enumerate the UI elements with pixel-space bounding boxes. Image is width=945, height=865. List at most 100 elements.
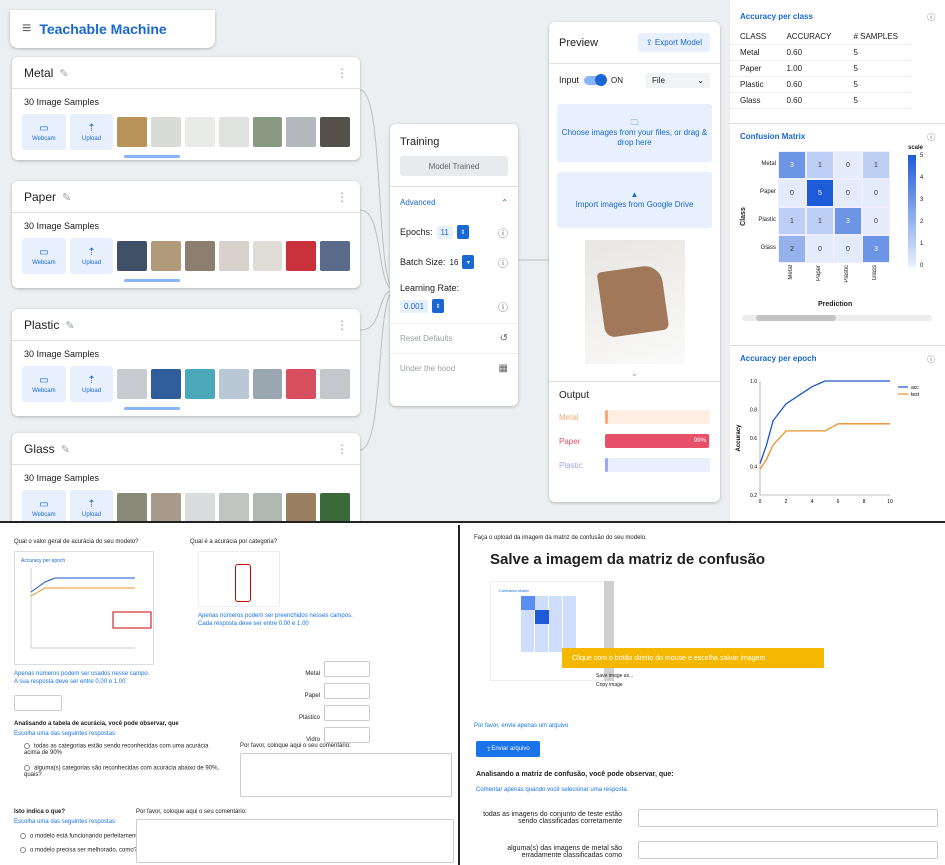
sample-thumbnail[interactable] <box>117 493 148 521</box>
learning-rate-stepper[interactable]: ⇕ <box>432 299 445 313</box>
class-name[interactable]: Glass <box>24 442 55 456</box>
edit-pencil-icon[interactable]: ✎ <box>61 444 70 456</box>
sample-thumbnail[interactable] <box>286 117 317 147</box>
category-label-plastic: Plástico <box>298 715 320 721</box>
upload-file-button[interactable]: ⇪ Enviar arquivo <box>476 741 540 757</box>
sample-thumbnail[interactable] <box>218 493 249 521</box>
paper-accuracy-input[interactable] <box>324 683 370 699</box>
comment-all-correct-input[interactable] <box>638 809 938 827</box>
option-needs-improvement[interactable]: o modelo precisa ser melhorado, como? <box>20 847 137 854</box>
epochs-input[interactable]: 11 <box>436 225 453 239</box>
sample-thumbnail[interactable] <box>117 241 148 271</box>
option-works-perfectly[interactable]: o modelo está funcionando perfeitamente <box>20 833 140 840</box>
y-tick-label: 1.0 <box>750 379 757 385</box>
upload-button[interactable]: ⇡ Upload <box>69 490 114 521</box>
glass-accuracy-input[interactable] <box>324 727 370 743</box>
webcam-button[interactable]: ▭ Webcam <box>22 238 66 274</box>
sample-thumbnail[interactable] <box>185 117 215 147</box>
help-icon[interactable]: ⓘ <box>498 225 508 240</box>
webcam-button[interactable]: ▭ Webcam <box>22 490 66 521</box>
sample-thumbnail[interactable] <box>151 241 181 271</box>
cm-cell: 0 <box>834 151 862 179</box>
metal-accuracy-input[interactable] <box>324 661 370 677</box>
help-icon[interactable]: ⓘ <box>927 12 935 23</box>
batch-size-dropdown[interactable]: ▾ <box>462 255 475 269</box>
option-some-below-90[interactable]: alguma(s) categorias são reconhecidas co… <box>24 765 224 778</box>
upload-button[interactable]: ⇡ Upload <box>69 114 114 150</box>
menu-icon[interactable]: ≡ <box>22 20 31 38</box>
option-metal-misclassified[interactable]: alguma(s) das imagens de metal são errad… <box>482 845 622 859</box>
sample-thumbnail[interactable] <box>252 369 283 399</box>
advanced-toggle[interactable]: Advanced ⌃ <box>390 187 518 217</box>
sample-thumbnail[interactable] <box>286 493 317 521</box>
learning-rate-input[interactable]: 0.001 <box>400 299 429 313</box>
sample-thumbnail[interactable] <box>185 369 215 399</box>
upload-button[interactable]: ⇡ Upload <box>69 366 114 402</box>
more-options-icon[interactable]: ⋮ <box>336 190 348 204</box>
option-all-above-90[interactable]: todas as categorias estão sendo reconhec… <box>24 743 224 756</box>
webcam-button[interactable]: ▭ Webcam <box>22 366 66 402</box>
upload-button[interactable]: ⇡ Upload <box>69 238 114 274</box>
sample-thumbnail[interactable] <box>286 369 317 399</box>
file-drop-zone[interactable]: 🗀 Choose images from your files, or drag … <box>557 104 712 162</box>
help-icon[interactable]: ⓘ <box>498 299 508 314</box>
sample-thumbnail[interactable] <box>320 369 350 399</box>
under-the-hood-button[interactable]: Under the hood ▦ <box>390 353 518 383</box>
comment-textarea[interactable] <box>240 753 452 797</box>
save-image-menu-item[interactable]: Save image as... <box>596 673 633 679</box>
output-label: Metal <box>559 412 579 422</box>
scroll-indicator[interactable] <box>124 155 180 158</box>
sample-thumbnail[interactable] <box>218 369 249 399</box>
sample-thumbnail[interactable] <box>117 369 148 399</box>
sample-thumbnail[interactable] <box>320 117 350 147</box>
app-logo[interactable]: ≡ Teachable Machine <box>10 10 215 48</box>
sample-thumbnail[interactable] <box>320 241 350 271</box>
class-name[interactable]: Paper <box>24 190 56 204</box>
input-source-select[interactable]: File ⌄ <box>646 72 710 88</box>
sample-thumbnail[interactable] <box>151 493 181 521</box>
sample-thumbnail[interactable] <box>252 117 283 147</box>
horizontal-scrollbar[interactable] <box>742 315 932 321</box>
help-icon[interactable]: ⓘ <box>498 255 508 270</box>
scroll-indicator[interactable] <box>124 279 180 282</box>
input-toggle[interactable] <box>584 73 608 86</box>
sample-thumbnail[interactable] <box>185 493 215 521</box>
sample-thumbnail[interactable] <box>320 493 350 521</box>
edit-pencil-icon[interactable]: ✎ <box>65 320 74 332</box>
table-cell: 1.00 <box>776 60 844 77</box>
train-model-button[interactable]: Model Trained <box>400 156 508 176</box>
class-name[interactable]: Plastic <box>24 318 59 332</box>
sample-thumbnail[interactable] <box>252 493 283 521</box>
sample-thumbnail[interactable] <box>151 117 181 147</box>
sample-thumbnail[interactable] <box>151 369 181 399</box>
scroll-indicator[interactable] <box>124 407 180 410</box>
more-options-icon[interactable]: ⋮ <box>336 66 348 80</box>
help-icon[interactable]: ⓘ <box>927 354 935 365</box>
sample-thumbnail[interactable] <box>185 241 215 271</box>
sample-thumbnail[interactable] <box>252 241 283 271</box>
sample-thumbnail[interactable] <box>117 117 148 147</box>
help-icon[interactable]: ⓘ <box>927 132 935 143</box>
class-name[interactable]: Metal <box>24 66 53 80</box>
epochs-stepper[interactable]: ⇕ <box>456 225 469 239</box>
google-drive-import-button[interactable]: ▲ Import images from Google Drive <box>557 172 712 228</box>
accuracy-table-thumbnail <box>198 551 280 607</box>
sample-thumbnail[interactable] <box>218 117 249 147</box>
sample-thumbnail[interactable] <box>218 241 249 271</box>
comment-textarea-2[interactable] <box>136 819 454 863</box>
edit-pencil-icon[interactable]: ✎ <box>59 68 68 80</box>
webcam-button[interactable]: ▭ Webcam <box>22 114 66 150</box>
comment-metal-misclassified-input[interactable] <box>638 841 938 859</box>
sample-thumbnail[interactable] <box>286 241 317 271</box>
edit-pencil-icon[interactable]: ✎ <box>62 192 71 204</box>
reset-defaults-button[interactable]: Reset Defaults ↺ <box>390 323 518 353</box>
copy-image-menu-item[interactable]: Copy image <box>596 682 623 688</box>
option-all-correct[interactable]: todas as imagens do conjunto de teste es… <box>482 811 622 825</box>
plastic-accuracy-input[interactable] <box>324 705 370 721</box>
export-model-button[interactable]: ⇪ Export Model <box>637 33 710 52</box>
more-options-icon[interactable]: ⋮ <box>336 318 348 332</box>
overall-accuracy-input[interactable] <box>14 695 62 711</box>
output-label: Paper <box>559 436 581 446</box>
more-options-icon[interactable]: ⋮ <box>336 442 348 456</box>
drive-icon: ▲ <box>630 190 639 199</box>
